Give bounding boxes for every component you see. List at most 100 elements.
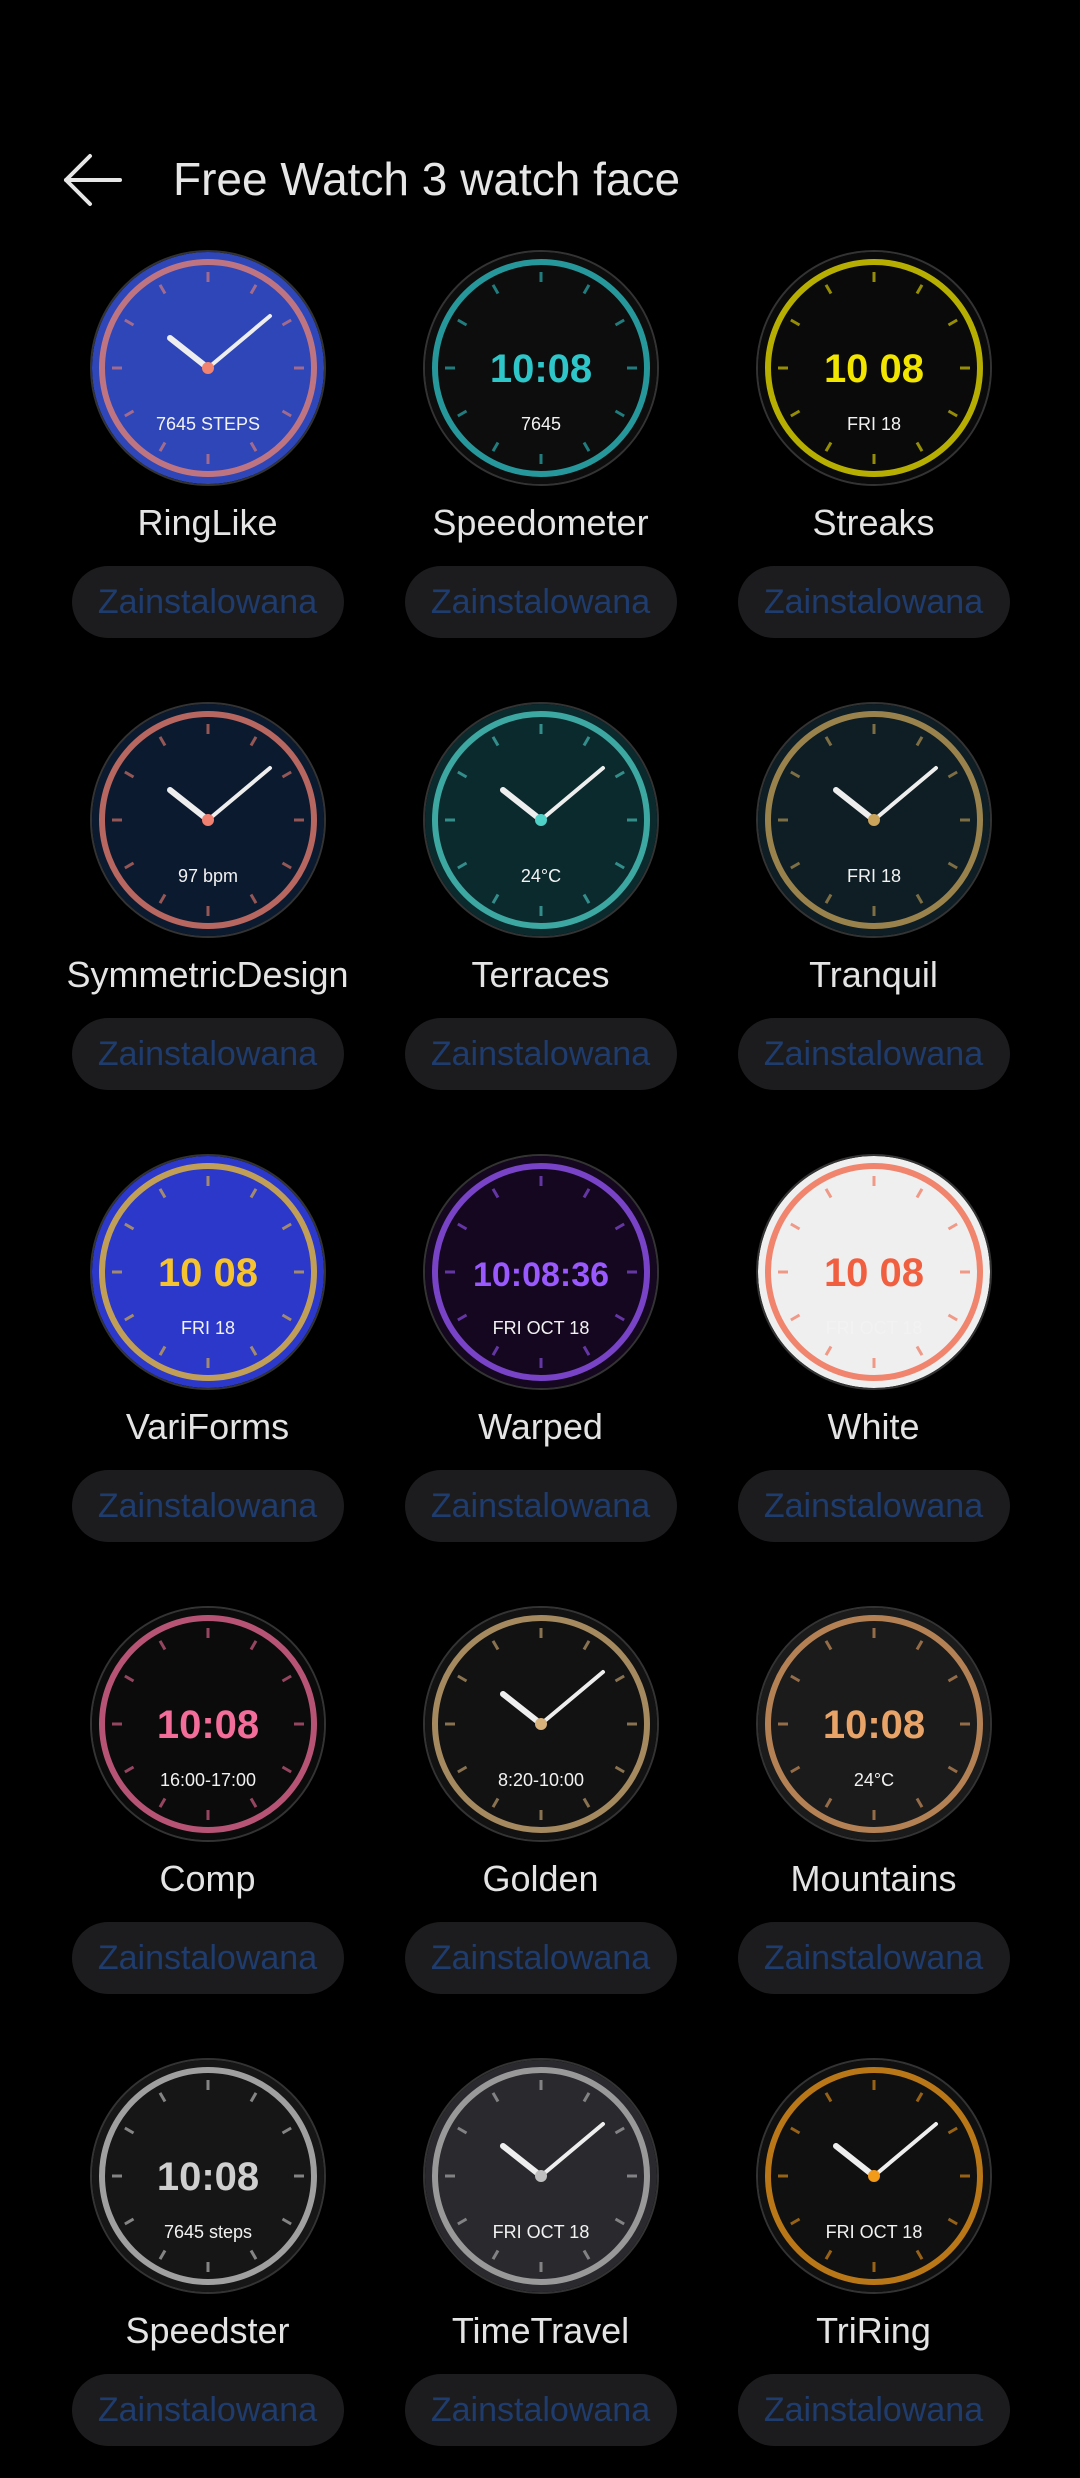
watch-face-name: Golden — [482, 1858, 599, 1899]
watch-face-name: Speedster — [125, 2310, 290, 2351]
svg-text:10:08:36: 10:08:36 — [472, 1256, 608, 1294]
watch-face-preview[interactable]: 7645 STEPS — [89, 250, 326, 486]
watch-face-card[interactable]: 24°C Terraces Zainstalowana — [374, 702, 707, 1122]
watch-face-image: 10 08 FRI 18 — [91, 1156, 324, 1388]
watch-face-name: Tranquil — [809, 954, 938, 995]
watch-face-name: Speedometer — [432, 502, 649, 543]
watch-face-name: RingLike — [137, 502, 278, 543]
svg-text:24°C: 24°C — [520, 866, 560, 886]
svg-text:10 08: 10 08 — [157, 1251, 257, 1295]
watch-face-card[interactable]: 10 08 FRI 18 VariForms Zainstalowana — [41, 1154, 374, 1574]
watch-face-preview[interactable]: 24°C — [422, 702, 659, 938]
watch-face-preview[interactable]: FRI OCT 18 — [755, 2058, 992, 2294]
watch-face-image: 10 08 FRI OCT 18 — [757, 1156, 990, 1388]
watch-face-name: VariForms — [125, 1406, 290, 1447]
watch-face-image: FRI OCT 18 — [757, 2060, 990, 2292]
watch-face-image: 10:08:36 FRI OCT 18 — [424, 1156, 657, 1388]
watch-face-name: SymmetricDesign — [66, 954, 349, 995]
installed-status-button[interactable]: Zainstalowana — [737, 1018, 1010, 1090]
watch-face-card[interactable]: 10 08 FRI 18 Streaks Zainstalowana — [707, 250, 1040, 670]
watch-face-preview[interactable]: FRI 18 — [755, 702, 992, 938]
watch-face-image: 10:08 16:00-17:00 — [91, 1608, 324, 1840]
installed-status-button[interactable]: Zainstalowana — [404, 1922, 677, 1994]
watch-face-card[interactable]: 10:08 24°C Mountains Zainstalowana — [707, 1606, 1040, 2026]
watch-face-preview[interactable]: 10:08 7645 steps — [89, 2058, 326, 2294]
watch-face-image: 10:08 7645 — [424, 252, 657, 484]
watch-face-preview[interactable]: 97 bpm — [89, 702, 326, 938]
watch-face-card[interactable]: 10:08:36 FRI OCT 18 Warped Zainstalowana — [374, 1154, 707, 1574]
svg-text:10 08: 10 08 — [823, 1251, 923, 1295]
watch-face-preview[interactable]: 10:08 16:00-17:00 — [89, 1606, 326, 1842]
watch-face-preview[interactable]: 8:20-10:00 — [422, 1606, 659, 1842]
installed-status-button[interactable]: Zainstalowana — [71, 2374, 344, 2446]
installed-status-button[interactable]: Zainstalowana — [404, 1470, 677, 1542]
installed-status-button[interactable]: Zainstalowana — [737, 2374, 1010, 2446]
watch-face-preview[interactable]: FRI OCT 18 — [422, 2058, 659, 2294]
installed-status-button[interactable]: Zainstalowana — [71, 1922, 344, 1994]
watch-face-name: TimeTravel — [451, 2310, 630, 2351]
watch-face-name: Streaks — [812, 502, 935, 543]
svg-text:24°C: 24°C — [853, 1770, 893, 1790]
svg-text:16:00-17:00: 16:00-17:00 — [159, 1770, 255, 1790]
watch-face-name: Warped — [478, 1406, 603, 1447]
svg-text:10:08: 10:08 — [156, 1703, 258, 1747]
svg-text:97 bpm: 97 bpm — [177, 866, 237, 886]
svg-text:7645: 7645 — [520, 414, 560, 434]
watch-face-name: Terraces — [471, 954, 610, 995]
watch-face-preview[interactable]: 10 08 FRI OCT 18 — [755, 1154, 992, 1390]
watch-face-name: Mountains — [790, 1858, 957, 1899]
svg-text:10 08: 10 08 — [823, 347, 923, 391]
installed-status-button[interactable]: Zainstalowana — [737, 1922, 1010, 1994]
watch-face-card[interactable]: 10 08 FRI OCT 18 White Zainstalowana — [707, 1154, 1040, 1574]
watch-face-preview[interactable]: 10:08 24°C — [755, 1606, 992, 1842]
svg-text:FRI OCT 18: FRI OCT 18 — [825, 2222, 922, 2242]
svg-text:FRI OCT 18: FRI OCT 18 — [492, 2222, 589, 2242]
svg-text:FRI OCT 18: FRI OCT 18 — [825, 1318, 922, 1338]
installed-status-button[interactable]: Zainstalowana — [71, 1018, 344, 1090]
installed-status-button[interactable]: Zainstalowana — [404, 1018, 677, 1090]
watch-face-card[interactable]: 7645 STEPS RingLike Zainstalowana — [41, 250, 374, 670]
watch-face-image: 10 08 FRI 18 — [757, 252, 990, 484]
watch-face-image: FRI OCT 18 — [424, 2060, 657, 2292]
watch-face-image: 24°C — [424, 704, 657, 936]
svg-text:10:08: 10:08 — [156, 2155, 258, 2199]
svg-text:FRI 18: FRI 18 — [180, 1318, 234, 1338]
installed-status-button[interactable]: Zainstalowana — [71, 1470, 344, 1542]
watch-face-preview[interactable]: 10 08 FRI 18 — [755, 250, 992, 486]
watch-face-image: 7645 STEPS — [91, 252, 324, 484]
watch-face-card[interactable]: 10:08 7645 steps Speedster Zainstalowana — [41, 2058, 374, 2478]
installed-status-button[interactable]: Zainstalowana — [737, 1470, 1010, 1542]
watch-face-name: Comp — [159, 1858, 256, 1899]
svg-text:7645 STEPS: 7645 STEPS — [155, 414, 259, 434]
watch-face-card[interactable]: 8:20-10:00 Golden Zainstalowana — [374, 1606, 707, 2026]
svg-text:7645 steps: 7645 steps — [163, 2222, 251, 2242]
svg-text:FRI 18: FRI 18 — [846, 866, 900, 886]
arrow-left-icon — [64, 154, 122, 206]
watch-face-card[interactable]: FRI OCT 18 TimeTravel Zainstalowana — [374, 2058, 707, 2478]
svg-text:FRI OCT 18: FRI OCT 18 — [492, 1318, 589, 1338]
installed-status-button[interactable]: Zainstalowana — [404, 566, 677, 638]
svg-text:8:20-10:00: 8:20-10:00 — [497, 1770, 583, 1790]
watch-face-card[interactable]: 10:08 16:00-17:00 Comp Zainstalowana — [41, 1606, 374, 2026]
watch-face-preview[interactable]: 10:08:36 FRI OCT 18 — [422, 1154, 659, 1390]
installed-status-button[interactable]: Zainstalowana — [737, 566, 1010, 638]
watch-face-card[interactable]: 97 bpm SymmetricDesign Zainstalowana — [41, 702, 374, 1122]
watch-face-preview[interactable]: 10 08 FRI 18 — [89, 1154, 326, 1390]
watch-face-card[interactable]: FRI 18 Tranquil Zainstalowana — [707, 702, 1040, 1122]
app-header: Free Watch 3 watch face — [0, 130, 1080, 230]
watch-face-card[interactable]: FRI OCT 18 TriRing Zainstalowana — [707, 2058, 1040, 2478]
watch-face-image: 8:20-10:00 — [424, 1608, 657, 1840]
page-title: Free Watch 3 watch face — [173, 153, 681, 205]
installed-status-button[interactable]: Zainstalowana — [404, 2374, 677, 2446]
watch-face-image: 10:08 24°C — [757, 1608, 990, 1840]
svg-text:10:08: 10:08 — [822, 1703, 924, 1747]
installed-status-button[interactable]: Zainstalowana — [71, 566, 344, 638]
watch-face-card[interactable]: 10:08 7645 Speedometer Zainstalowana — [374, 250, 707, 670]
watch-face-name: TriRing — [816, 2310, 931, 2351]
svg-text:FRI 18: FRI 18 — [846, 414, 900, 434]
watch-face-image: 10:08 7645 steps — [91, 2060, 324, 2292]
watch-face-image: 97 bpm — [91, 704, 324, 936]
watch-face-preview[interactable]: 10:08 7645 — [422, 250, 659, 486]
watch-face-name: White — [827, 1406, 920, 1447]
back-button[interactable] — [60, 150, 130, 210]
